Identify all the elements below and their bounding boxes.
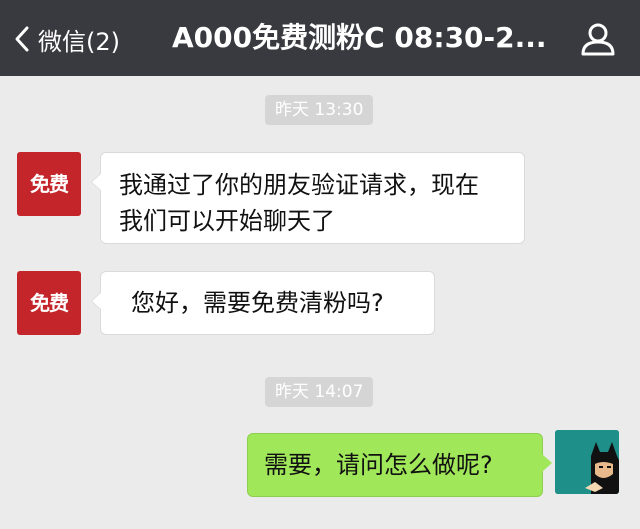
message-text-line: 我通过了你的朋友验证请求，现在 bbox=[119, 171, 479, 199]
incoming-message-bubble[interactable]: 您好，需要免费清粉吗? bbox=[91, 271, 435, 335]
contact-avatar[interactable]: 免费 bbox=[17, 271, 81, 335]
message-text-line: 我们可以开始聊天了 bbox=[119, 207, 335, 235]
message-text-line: 需要，请问怎么做呢? bbox=[264, 451, 493, 479]
incoming-message-bubble[interactable]: 我通过了你的朋友验证请求，现在 我们可以开始聊天了 bbox=[91, 152, 525, 244]
timestamp-label: 昨天 14:07 bbox=[265, 377, 374, 407]
message-text-line: 您好，需要免费清粉吗? bbox=[131, 289, 384, 317]
chat-title: A000免费测粉C 08:30-2... bbox=[172, 21, 547, 54]
my-avatar[interactable] bbox=[555, 430, 619, 494]
top-navigation-bar: 微信(2) A000免费测粉C 08:30-2... bbox=[0, 0, 640, 76]
user-icon bbox=[580, 23, 616, 60]
batman-avatar-icon bbox=[555, 430, 619, 494]
chat-info-button[interactable] bbox=[580, 22, 616, 60]
timestamp-label: 昨天 13:30 bbox=[265, 95, 374, 125]
chevron-left-icon bbox=[14, 25, 30, 53]
contact-avatar[interactable]: 免费 bbox=[17, 152, 81, 216]
back-button[interactable]: 微信(2) bbox=[14, 19, 120, 59]
outgoing-message-bubble[interactable]: 需要，请问怎么做呢? bbox=[247, 433, 552, 497]
back-label: 微信(2) bbox=[38, 27, 120, 56]
